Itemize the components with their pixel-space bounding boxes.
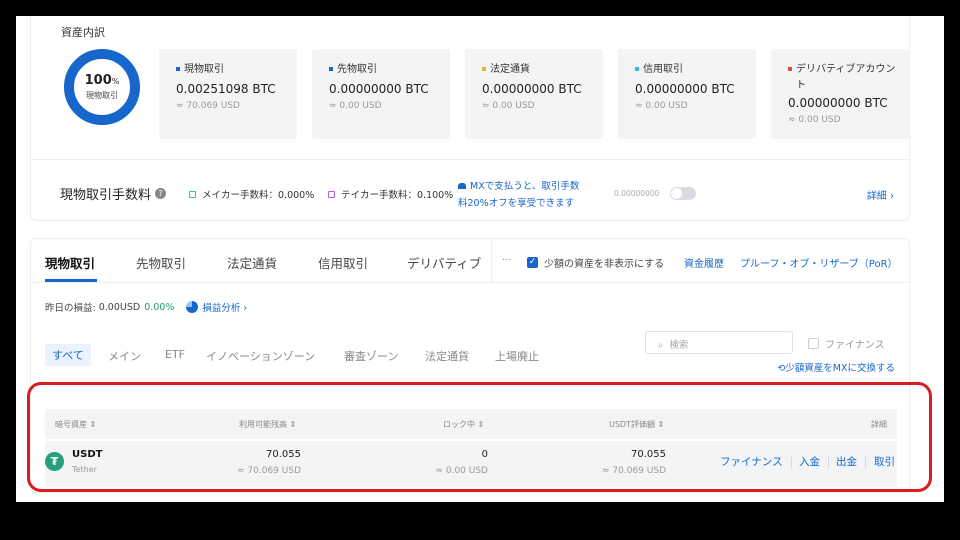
asset-donut-chart: 100% 現物取引 (64, 49, 140, 125)
pnl-percent: 0.00% (144, 301, 175, 313)
balance-card-margin: 信用取引 0.00000000 BTC ≈ 0.00 USD (618, 49, 756, 139)
balance-card-fiat: 法定通貨 0.00000000 BTC ≈ 0.00 USD (465, 49, 603, 139)
tab-futures[interactable]: 先物取引 (136, 253, 186, 272)
card-amount: 0.00000000 BTC (788, 96, 888, 110)
fee-title: 現物取引手数料? (60, 184, 167, 203)
card-usd: ≈ 0.00 USD (482, 101, 535, 111)
search-input[interactable]: ⌕ 検索 (645, 331, 793, 354)
donut-label: 現物取引 (86, 91, 118, 100)
active-tab-indicator (45, 279, 97, 282)
card-usd: ≈ 0.00 USD (329, 101, 382, 111)
hide-small-assets-checkbox[interactable]: ✓ 少額の資産を非表示にする (527, 255, 664, 270)
finance-checkbox[interactable]: ファイナンス (808, 336, 885, 351)
filter-all[interactable]: すべて (45, 344, 91, 366)
fee-details-link[interactable]: 詳細 › (867, 187, 894, 202)
card-amount: 0.00000000 BTC (482, 82, 582, 96)
question-icon[interactable]: ? (155, 188, 167, 199)
account-tabs: 現物取引 先物取引 法定通貨 信用取引 デリバティブ (31, 239, 491, 283)
check-icon: ✓ (527, 257, 538, 268)
mx-fee-toggle[interactable] (670, 187, 696, 200)
tab-fiat[interactable]: 法定通貨 (227, 253, 277, 272)
tab-derivatives[interactable]: デリバティブ (407, 253, 481, 272)
filter-fiat[interactable]: 法定通貨 (425, 348, 469, 364)
asset-overview-panel: 資産内訳 100% 現物取引 現物取引 0.00251098 BTC ≈ 70.… (30, 16, 911, 221)
search-icon: ⌕ (658, 340, 664, 351)
filter-assessment-zone[interactable]: 審査ゾーン (344, 348, 398, 364)
balance-card-spot: 現物取引 0.00251098 BTC ≈ 70.069 USD (159, 49, 297, 139)
taker-icon (328, 190, 335, 198)
card-amount: 0.00000000 BTC (635, 82, 735, 96)
maker-fee: メイカー手数料：0.000% (189, 187, 314, 201)
donut-percent: 100% (84, 73, 120, 88)
holdings-toolbar: ··· ✓ 少額の資産を非表示にする 資金履歴 プルーフ・オブ・リザーブ（PoR） (491, 239, 911, 283)
pie-chart-icon (186, 301, 199, 313)
tab-spot[interactable]: 現物取引 (45, 253, 95, 272)
card-name: 法定通貨 (490, 64, 530, 75)
balance-card-futures: 先物取引 0.00000000 BTC ≈ 0.00 USD (312, 49, 450, 139)
tab-margin[interactable]: 信用取引 (318, 253, 368, 272)
legend-dot (635, 67, 639, 71)
checkbox-box (808, 338, 819, 349)
yesterday-pnl: 昨日の損益: 0.00USD 0.00% 損益分析 › (45, 300, 248, 314)
card-amount: 0.00251098 BTC (176, 82, 276, 96)
card-name: 先物取引 (337, 64, 377, 75)
filter-etf[interactable]: ETF (165, 348, 185, 361)
overview-title: 資産内訳 (61, 26, 105, 39)
legend-dot (788, 67, 792, 71)
proof-of-reserve-link[interactable]: プルーフ・オブ・リザーブ（PoR） (740, 255, 898, 270)
maker-icon (189, 190, 196, 198)
taker-fee: テイカー手数料：0.100% (328, 187, 453, 201)
card-name: 信用取引 (643, 64, 683, 75)
legend-dot (482, 67, 486, 71)
card-usd: ≈ 0.00 USD (635, 101, 688, 111)
filter-main[interactable]: メイン (108, 348, 141, 364)
mx-icon (458, 183, 466, 189)
legend-dot (176, 67, 180, 71)
filter-innovation-zone[interactable]: イノベーションゾーン (206, 348, 315, 364)
mx-balance: 0.00000000 (614, 189, 660, 198)
swap-small-assets-link[interactable]: ⟲少額資産をMXに交換する (777, 360, 895, 374)
card-amount: 0.00000000 BTC (329, 82, 429, 96)
card-name: デリバティブアカウント (796, 64, 896, 91)
card-usd: ≈ 70.069 USD (176, 101, 240, 111)
fee-row: 現物取引手数料? メイカー手数料：0.000% テイカー手数料：0.100% M… (31, 159, 911, 221)
legend-dot (329, 67, 333, 71)
fund-history-link[interactable]: 資金履歴 (684, 255, 724, 270)
balance-card-derivatives: デリバティブアカウント 0.00000000 BTC ≈ 0.00 USD (771, 49, 909, 139)
more-icon[interactable]: ··· (502, 255, 512, 266)
filter-delisted[interactable]: 上場廃止 (495, 348, 539, 364)
card-name: 現物取引 (184, 64, 224, 75)
card-usd: ≈ 0.00 USD (788, 115, 841, 125)
pnl-analysis-link[interactable]: 損益分析 › (202, 300, 247, 314)
highlight-annotation (27, 382, 932, 492)
mx-fee-discount-promo: MXで支払うと、取引手数 料20%オフを享受できます (458, 181, 580, 209)
